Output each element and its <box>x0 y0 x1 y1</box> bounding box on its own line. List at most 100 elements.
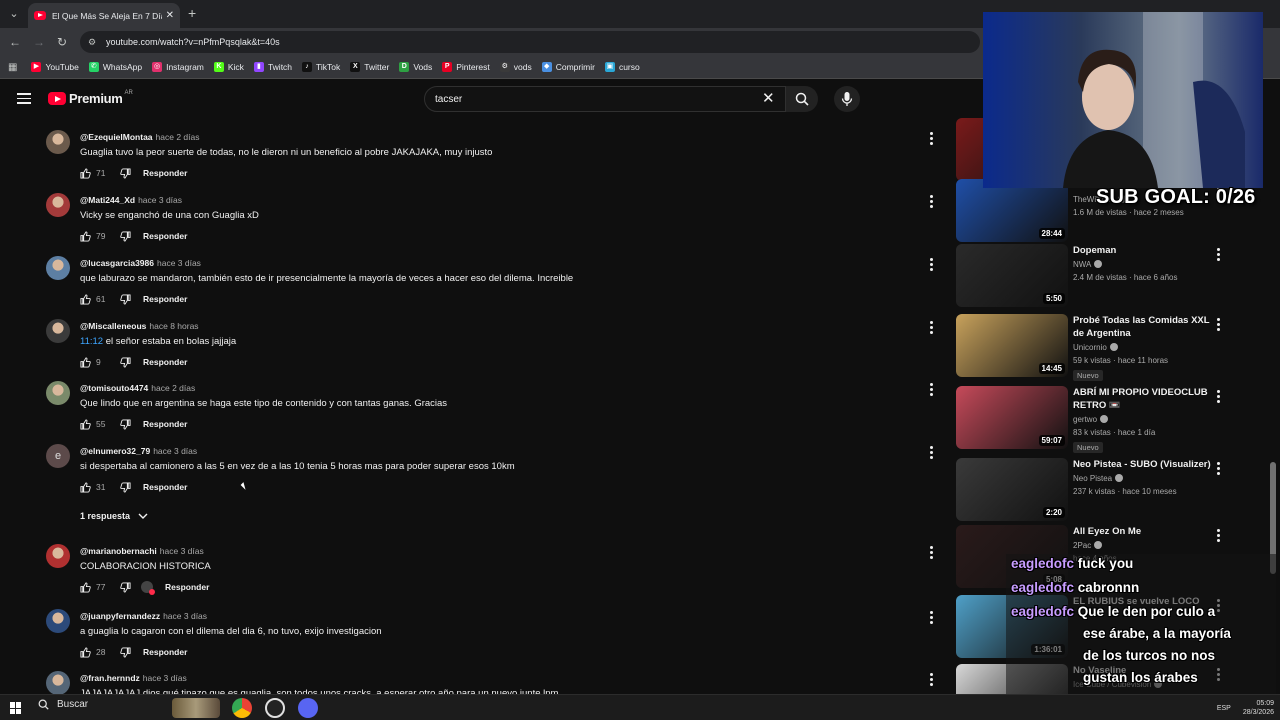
video-thumbnail[interactable]: 5:50 <box>956 244 1068 307</box>
thumbs-down-icon[interactable] <box>120 356 131 368</box>
comment-more-icon[interactable] <box>930 258 934 272</box>
chrome-taskbar-icon[interactable] <box>232 698 252 718</box>
video-thumbnail[interactable]: 2:20 <box>956 458 1068 521</box>
comment-more-icon[interactable] <box>930 611 934 625</box>
thumbs-down-icon[interactable] <box>120 293 131 305</box>
tab-close-icon[interactable]: ✕ <box>166 10 174 21</box>
video-thumbnail[interactable]: 28:44 <box>956 179 1068 242</box>
taskbar-search[interactable]: Buscar <box>38 699 88 710</box>
video-channel[interactable]: gertwo <box>1073 415 1213 424</box>
video-title[interactable]: Neo Pistea - SUBO (Visualizer) <box>1073 458 1213 471</box>
bookmark-kick[interactable]: K Kick <box>213 62 244 72</box>
video-title[interactable]: Dopeman <box>1073 244 1213 257</box>
taskbar-clock[interactable]: 05:09 28/3/2026 <box>1243 699 1274 717</box>
discord-taskbar-icon[interactable] <box>298 698 318 718</box>
video-channel[interactable]: Unicornio <box>1073 343 1213 352</box>
bookmark-instagram[interactable]: ◎ Instagram <box>152 62 204 72</box>
tab-search-menu-icon[interactable]: ⌄ <box>5 5 23 23</box>
thumbs-up-icon[interactable] <box>80 481 91 493</box>
reply-button[interactable]: Responder <box>143 357 187 367</box>
comment-more-icon[interactable] <box>930 321 934 335</box>
comment-more-icon[interactable] <box>930 673 934 687</box>
comment-avatar[interactable] <box>46 319 70 343</box>
reply-button[interactable]: Responder <box>143 482 187 492</box>
search-button[interactable] <box>786 86 818 112</box>
new-tab-button[interactable]: + <box>188 5 196 21</box>
video-title[interactable]: ABRÍ MI PROPIO VIDEOCLUB RETRO 📼 <box>1073 386 1213 412</box>
taskbar-widget-thumbnail[interactable] <box>172 698 220 718</box>
thumbs-down-icon[interactable] <box>120 646 131 658</box>
bookmark-vods[interactable]: D Vods <box>399 62 432 72</box>
clear-search-icon[interactable]: ✕ <box>762 90 775 108</box>
related-video-item[interactable]: 5:50 Dopeman NWA 2.4 M de vistas · hace 6 a… <box>955 244 1273 310</box>
reply-button[interactable]: Responder <box>143 168 187 178</box>
youtube-premium-logo[interactable]: Premium AR <box>48 90 133 106</box>
bookmark-tiktok[interactable]: ♪ TikTok <box>302 62 340 72</box>
comment-more-icon[interactable] <box>930 446 934 460</box>
thumbs-up-icon[interactable] <box>80 167 91 179</box>
related-video-item[interactable]: 2:20 Neo Pistea - SUBO (Visualizer) Neo Pi… <box>955 458 1273 524</box>
comment-avatar[interactable]: e <box>46 444 70 468</box>
thumbs-down-icon[interactable] <box>120 230 131 242</box>
video-channel[interactable]: Neo Pistea <box>1073 474 1213 483</box>
bookmark-pinterest[interactable]: P Pinterest <box>442 62 490 72</box>
comment-time[interactable]: hace 2 días <box>156 132 200 142</box>
comment-avatar[interactable] <box>46 381 70 405</box>
bookmark-comprimir[interactable]: ◆ Comprimir <box>541 62 595 72</box>
obs-taskbar-icon[interactable] <box>265 698 285 718</box>
comment-more-icon[interactable] <box>930 132 934 146</box>
menu-icon[interactable] <box>17 93 31 104</box>
comment-more-icon[interactable] <box>930 195 934 209</box>
video-more-icon[interactable] <box>1217 318 1221 332</box>
comment-time[interactable]: hace 3 días <box>143 673 187 683</box>
thumbs-up-icon[interactable] <box>80 356 91 368</box>
thumbs-up-icon[interactable] <box>80 230 91 242</box>
comment-author[interactable]: @EzequielMontaa <box>80 132 153 142</box>
video-thumbnail[interactable]: 59:07 <box>956 386 1068 449</box>
related-video-item[interactable]: 59:07 ABRÍ MI PROPIO VIDEOCLUB RETRO 📼 ger… <box>955 386 1273 453</box>
forward-arrow-icon[interactable]: → <box>30 33 48 51</box>
replies-toggle-button[interactable]: 1 respuesta <box>80 511 148 521</box>
comment-time[interactable]: hace 3 días <box>138 195 182 205</box>
video-title[interactable]: Probé Todas las Comidas XXL de Argentina <box>1073 314 1213 340</box>
comment-author[interactable]: @tomisouto4474 <box>80 383 148 393</box>
thumbs-up-icon[interactable] <box>80 646 91 658</box>
comment-author[interactable]: @Miscalleneous <box>80 321 146 331</box>
apps-grid-icon[interactable]: ▦ <box>8 62 17 73</box>
comment-avatar[interactable] <box>46 671 70 694</box>
bookmark-vods[interactable]: ⚙ vods <box>499 62 532 72</box>
reload-icon[interactable]: ↻ <box>53 33 71 51</box>
comment-author[interactable]: @Mati244_Xd <box>80 195 135 205</box>
thumbs-up-icon[interactable] <box>80 418 91 430</box>
video-more-icon[interactable] <box>1217 248 1221 262</box>
bookmark-whatsapp[interactable]: ✆ WhatsApp <box>88 62 142 72</box>
comment-time[interactable]: hace 3 días <box>163 611 207 621</box>
voice-search-button[interactable] <box>834 86 860 112</box>
search-input[interactable] <box>435 93 755 105</box>
bookmark-twitch[interactable]: ▮ Twitch <box>253 62 292 72</box>
thumbs-down-icon[interactable] <box>120 418 131 430</box>
bookmark-twitter[interactable]: X Twitter <box>350 62 389 72</box>
reply-button[interactable]: Responder <box>143 294 187 304</box>
reply-button[interactable]: Responder <box>165 582 209 592</box>
browser-tab-active[interactable]: El Que Más Se Aleja En 7 Días, Gana ✕ <box>28 3 180 28</box>
windows-start-icon[interactable] <box>10 702 22 714</box>
comment-author[interactable]: @marianobernachi <box>80 546 157 556</box>
bookmark-youtube[interactable]: ▶ YouTube <box>31 62 79 72</box>
comment-avatar[interactable] <box>46 609 70 633</box>
address-bar[interactable]: ⚙ youtube.com/watch?v=nPfmPqsqlak&t=40s <box>80 31 980 53</box>
thumbs-down-icon[interactable] <box>120 581 131 593</box>
comment-time[interactable]: hace 3 días <box>157 258 201 268</box>
comment-time[interactable]: hace 3 días <box>160 546 204 556</box>
thumbs-up-icon[interactable] <box>80 293 91 305</box>
comment-avatar[interactable] <box>46 544 70 568</box>
video-thumbnail[interactable]: 14:45 <box>956 314 1068 377</box>
timestamp-link[interactable]: 11:12 <box>80 336 103 347</box>
bookmark-curso[interactable]: ▣ curso <box>604 62 640 72</box>
comment-time[interactable]: hace 3 días <box>153 446 197 456</box>
comment-more-icon[interactable] <box>930 383 934 397</box>
language-indicator[interactable]: ESP <box>1217 705 1231 712</box>
comment-avatar[interactable] <box>46 130 70 154</box>
thumbs-down-icon[interactable] <box>120 481 131 493</box>
site-info-icon[interactable]: ⚙ <box>88 37 98 47</box>
